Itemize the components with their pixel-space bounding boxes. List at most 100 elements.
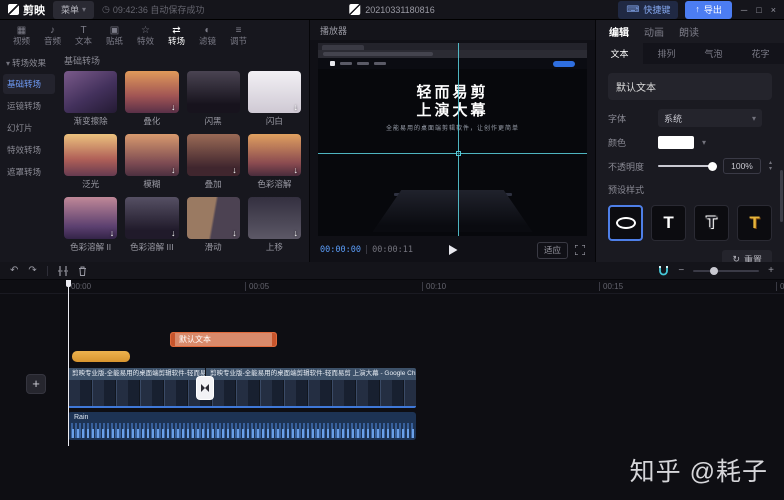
minimize-button[interactable]: ─ bbox=[741, 5, 747, 15]
transition-thumbnail[interactable]: ↓ bbox=[248, 134, 301, 176]
transition-item[interactable]: ↓模糊 bbox=[125, 134, 178, 190]
autosave-status: ◷ 09:42:36 自动保存成功 bbox=[102, 3, 204, 16]
transition-item[interactable]: ↓上移 bbox=[248, 197, 301, 253]
text-content-input[interactable]: 默认文本 bbox=[608, 73, 772, 100]
play-icon bbox=[448, 245, 458, 256]
stepper-down-icon[interactable]: ▾ bbox=[769, 166, 772, 172]
tab-effects[interactable]: ☆特效 bbox=[130, 25, 161, 46]
subtab-text[interactable]: 文本 bbox=[596, 43, 643, 64]
transition-item[interactable]: ↓叠加 bbox=[187, 134, 240, 190]
download-icon: ↓ bbox=[232, 166, 237, 175]
text-clip[interactable]: 默认文本 bbox=[170, 332, 277, 347]
transition-item[interactable]: ↓叠化 bbox=[125, 71, 178, 127]
transition-item[interactable]: ↓色彩溶解 III bbox=[125, 197, 178, 253]
transform-anchor-handle[interactable] bbox=[456, 151, 461, 156]
preset-style[interactable]: T bbox=[737, 205, 772, 241]
transition-thumbnail[interactable]: ↓ bbox=[248, 197, 301, 239]
play-button[interactable] bbox=[448, 245, 458, 256]
opacity-label: 不透明度 bbox=[608, 160, 650, 173]
subtab-bubble[interactable]: 气泡 bbox=[690, 43, 737, 64]
transition-thumbnail[interactable] bbox=[64, 134, 117, 176]
maximize-button[interactable]: □ bbox=[756, 5, 761, 15]
transition-item[interactable]: ↓色彩溶解 II bbox=[64, 197, 117, 253]
transition-thumbnail[interactable]: ↓ bbox=[125, 71, 178, 113]
transition-item[interactable]: 闪黑 bbox=[187, 71, 240, 127]
tab-video[interactable]: ▦视频 bbox=[6, 25, 37, 46]
opacity-steppers[interactable]: ▴ ▾ bbox=[769, 160, 772, 172]
transition-item[interactable]: ↓滑动 bbox=[187, 197, 240, 253]
menu-button-label: 菜单 bbox=[61, 3, 79, 16]
audio-clip[interactable]: Rain bbox=[68, 412, 416, 440]
category-effect-transitions[interactable]: 特效转场 bbox=[3, 140, 55, 160]
shortcuts-label: 快捷键 bbox=[643, 3, 670, 16]
keyboard-icon: ⌨ bbox=[626, 4, 639, 15]
menu-button[interactable]: 菜单 ▾ bbox=[53, 1, 94, 19]
transition-item[interactable]: ↓闪白 bbox=[248, 71, 301, 127]
opacity-slider-knob[interactable] bbox=[708, 162, 717, 171]
shortcuts-button[interactable]: ⌨ 快捷键 bbox=[618, 1, 678, 19]
preset-style[interactable]: T bbox=[694, 205, 729, 241]
audio-icon: ♪ bbox=[50, 25, 55, 36]
video-clip-1[interactable]: 剪映专业版-全能易用的桌面端剪辑软件-轻而易剪 bbox=[68, 368, 205, 380]
tab-adjust[interactable]: ≡调节 bbox=[223, 25, 254, 46]
video-clip-2[interactable]: 剪映专业版-全能易用的桌面端剪辑软件-轻而易剪 上演大幕 - Google Ch… bbox=[206, 368, 416, 380]
timeline-zoom-slider[interactable] bbox=[693, 270, 759, 272]
opacity-value[interactable]: 100% bbox=[723, 158, 761, 174]
snap-toggle[interactable] bbox=[658, 265, 669, 276]
transition-thumbnail[interactable]: ↓ bbox=[187, 134, 240, 176]
tab-text[interactable]: T文本 bbox=[68, 25, 99, 46]
playhead[interactable] bbox=[68, 280, 69, 446]
fit-mode-button[interactable]: 适应 bbox=[537, 242, 568, 259]
inspector-scrollbar[interactable] bbox=[780, 170, 783, 222]
timeline-ruler[interactable]: 00:00 00:05 00:10 00:15 00:20 bbox=[0, 280, 784, 294]
zoom-slider-knob[interactable] bbox=[710, 267, 718, 275]
transition-thumbnail[interactable]: ↓ bbox=[125, 134, 178, 176]
transition-item[interactable]: ↓色彩溶解 bbox=[248, 134, 301, 190]
video-clip-filmstrip[interactable] bbox=[68, 380, 416, 408]
opacity-slider-fill bbox=[658, 165, 713, 167]
delete-button[interactable] bbox=[78, 266, 87, 276]
transition-item[interactable]: 渐变擦除 bbox=[64, 71, 117, 127]
tab-edit[interactable]: 编辑 bbox=[609, 24, 629, 39]
chevron-down-icon[interactable]: ▾ bbox=[702, 138, 706, 147]
sticker-clip[interactable] bbox=[72, 351, 130, 362]
applied-transition-badge[interactable] bbox=[197, 377, 213, 399]
transition-thumbnail[interactable]: ↓ bbox=[64, 197, 117, 239]
category-camera-transitions[interactable]: 运镜转场 bbox=[3, 96, 55, 116]
category-mask-transitions[interactable]: 遮罩转场 bbox=[3, 162, 55, 182]
preset-style[interactable]: T bbox=[651, 205, 686, 241]
tab-sticker[interactable]: ▣贴纸 bbox=[99, 25, 130, 46]
category-slideshow[interactable]: 幻灯片 bbox=[3, 118, 55, 138]
tab-transitions[interactable]: ⇄转场 bbox=[161, 25, 192, 46]
preview-browser-addressbar bbox=[318, 50, 587, 58]
zoom-in-button[interactable]: + bbox=[768, 265, 774, 276]
redo-button[interactable]: ↷ bbox=[28, 265, 36, 276]
video-preview[interactable]: 轻而易剪 上演大幕 全能易用的桌面端剪辑软件，让创作更简单 bbox=[318, 43, 587, 236]
undo-button[interactable]: ↶ bbox=[10, 265, 18, 276]
color-swatch[interactable] bbox=[658, 136, 694, 149]
tab-animation[interactable]: 动画 bbox=[644, 24, 664, 39]
transition-thumbnail[interactable]: ↓ bbox=[187, 197, 240, 239]
fullscreen-button[interactable] bbox=[575, 245, 585, 255]
subtab-arrange[interactable]: 排列 bbox=[643, 43, 690, 64]
transition-thumbnail[interactable]: ↓ bbox=[248, 71, 301, 113]
transition-thumbnail[interactable] bbox=[187, 71, 240, 113]
add-media-button[interactable]: + bbox=[26, 374, 46, 394]
transition-category-header[interactable]: ▾ 转场效果 bbox=[3, 54, 55, 72]
zoom-out-button[interactable]: − bbox=[678, 265, 684, 276]
split-button[interactable] bbox=[58, 266, 68, 276]
subtab-fancy-text[interactable]: 花字 bbox=[737, 43, 784, 64]
category-basic-transitions[interactable]: 基础转场 bbox=[3, 74, 55, 94]
tab-read-aloud[interactable]: 朗读 bbox=[679, 24, 699, 39]
opacity-slider[interactable] bbox=[658, 165, 713, 167]
tab-audio[interactable]: ♪音频 bbox=[37, 25, 68, 46]
player-view-controls: 适应 bbox=[537, 242, 585, 259]
close-button[interactable]: × bbox=[771, 5, 776, 15]
preset-style-default[interactable] bbox=[608, 205, 643, 241]
font-select[interactable]: 系统 ▾ bbox=[658, 109, 762, 127]
transition-thumbnail[interactable] bbox=[64, 71, 117, 113]
tab-filters[interactable]: ◐滤镜 bbox=[192, 25, 223, 46]
export-button[interactable]: ↑ 导出 bbox=[685, 1, 732, 19]
transition-item[interactable]: 泛光 bbox=[64, 134, 117, 190]
transition-thumbnail[interactable]: ↓ bbox=[125, 197, 178, 239]
